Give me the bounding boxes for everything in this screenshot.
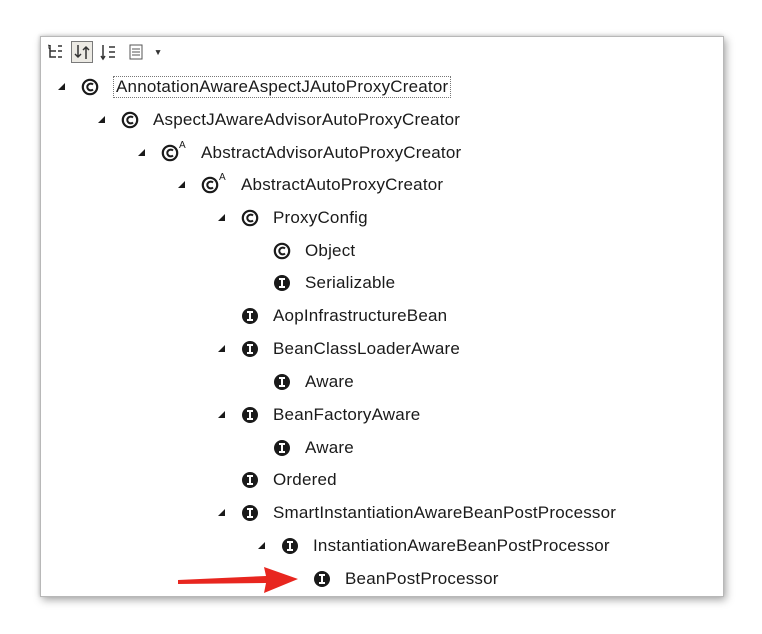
abstract-class-icon: A [201, 172, 226, 194]
tree-node[interactable]: AspectJAwareAdvisorAutoProxyCreator [97, 108, 460, 132]
tree-node-label: AopInfrastructureBean [273, 306, 448, 325]
qualified-names-toggle-icon[interactable]: t [45, 41, 67, 63]
expand-triangle-icon[interactable] [97, 115, 107, 125]
class-icon [81, 78, 99, 96]
tree-node-label: BeanClassLoaderAware [273, 339, 461, 358]
class-icon [273, 242, 291, 260]
abstract-class-icon: A [161, 140, 186, 162]
tree-node[interactable]: Ordered [217, 468, 337, 492]
tree-node[interactable]: BeanFactoryAware [217, 403, 420, 427]
interface-icon [241, 504, 259, 522]
class-icon [241, 209, 259, 227]
tree-node[interactable]: InstantiationAwareBeanPostProcessor [257, 534, 610, 558]
interface-icon [313, 570, 331, 588]
tree-node-label: BeanFactoryAware [273, 405, 421, 424]
tree-node[interactable]: A AbstractAutoProxyCreator [177, 172, 444, 197]
interface-icon [241, 307, 259, 325]
view-menu-dropdown-icon[interactable]: ▾ [147, 41, 169, 63]
hide-members-icon[interactable] [97, 41, 119, 63]
tree-node-label: AspectJAwareAdvisorAutoProxyCreator [153, 110, 461, 129]
tree-node-label: Serializable [305, 273, 396, 292]
tree-node[interactable]: AopInfrastructureBean [217, 304, 447, 328]
toolbar: t ▾ [41, 37, 723, 67]
tree-node[interactable]: Serializable [249, 271, 395, 295]
interface-icon [273, 274, 291, 292]
tree-node[interactable]: Aware [249, 370, 354, 394]
interface-icon [273, 373, 291, 391]
tree-node-label: AbstractAutoProxyCreator [241, 175, 444, 194]
tree-node-label: SmartInstantiationAwareBeanPostProcessor [273, 503, 617, 522]
expand-triangle-icon[interactable] [57, 82, 67, 92]
tree-node[interactable]: SmartInstantiationAwareBeanPostProcessor [217, 501, 616, 525]
tree-node[interactable]: ProxyConfig [217, 206, 368, 230]
expand-triangle-icon[interactable] [217, 410, 227, 420]
abstract-marker: A [219, 172, 226, 183]
tree-node-label: Aware [305, 372, 354, 391]
tree-node[interactable]: BeanPostProcessor [289, 567, 499, 591]
tree-node[interactable]: Object [249, 239, 355, 263]
interface-icon [241, 471, 259, 489]
tree-node-label: BeanPostProcessor [345, 569, 499, 588]
red-arrow-annotation [178, 567, 298, 593]
tree-node-label: AbstractAdvisorAutoProxyCreator [201, 143, 462, 162]
expand-triangle-icon[interactable] [257, 541, 267, 551]
tree-node[interactable]: BeanClassLoaderAware [217, 337, 460, 361]
expand-triangle-icon[interactable] [217, 508, 227, 518]
tree-node[interactable]: A AbstractAdvisorAutoProxyCreator [137, 140, 462, 165]
expand-triangle-icon[interactable] [177, 180, 187, 190]
sort-toggle-icon[interactable] [71, 41, 93, 63]
tree-node-label: Object [305, 241, 356, 260]
interface-icon [241, 340, 259, 358]
type-hierarchy-view: t ▾ AnnotationAwareAspectJAutoProxyCreat… [40, 36, 724, 597]
tree-node[interactable]: AnnotationAwareAspectJAutoProxyCreator [57, 75, 452, 99]
expand-triangle-icon[interactable] [217, 213, 227, 223]
class-icon [121, 111, 139, 129]
tree-node-label: Ordered [273, 470, 337, 489]
tree-node-label: InstantiationAwareBeanPostProcessor [313, 536, 610, 555]
interface-icon [273, 439, 291, 457]
abstract-marker: A [179, 140, 186, 151]
tree-node-label: ProxyConfig [273, 208, 368, 227]
tree-node-label: Aware [305, 438, 354, 457]
expand-triangle-icon[interactable] [217, 344, 227, 354]
filter-list-icon[interactable] [125, 41, 147, 63]
tree-node[interactable]: Aware [249, 436, 354, 460]
expand-triangle-icon[interactable] [137, 148, 147, 158]
interface-icon [241, 406, 259, 424]
interface-icon [281, 537, 299, 555]
tree-node-label: AnnotationAwareAspectJAutoProxyCreator [113, 76, 452, 98]
